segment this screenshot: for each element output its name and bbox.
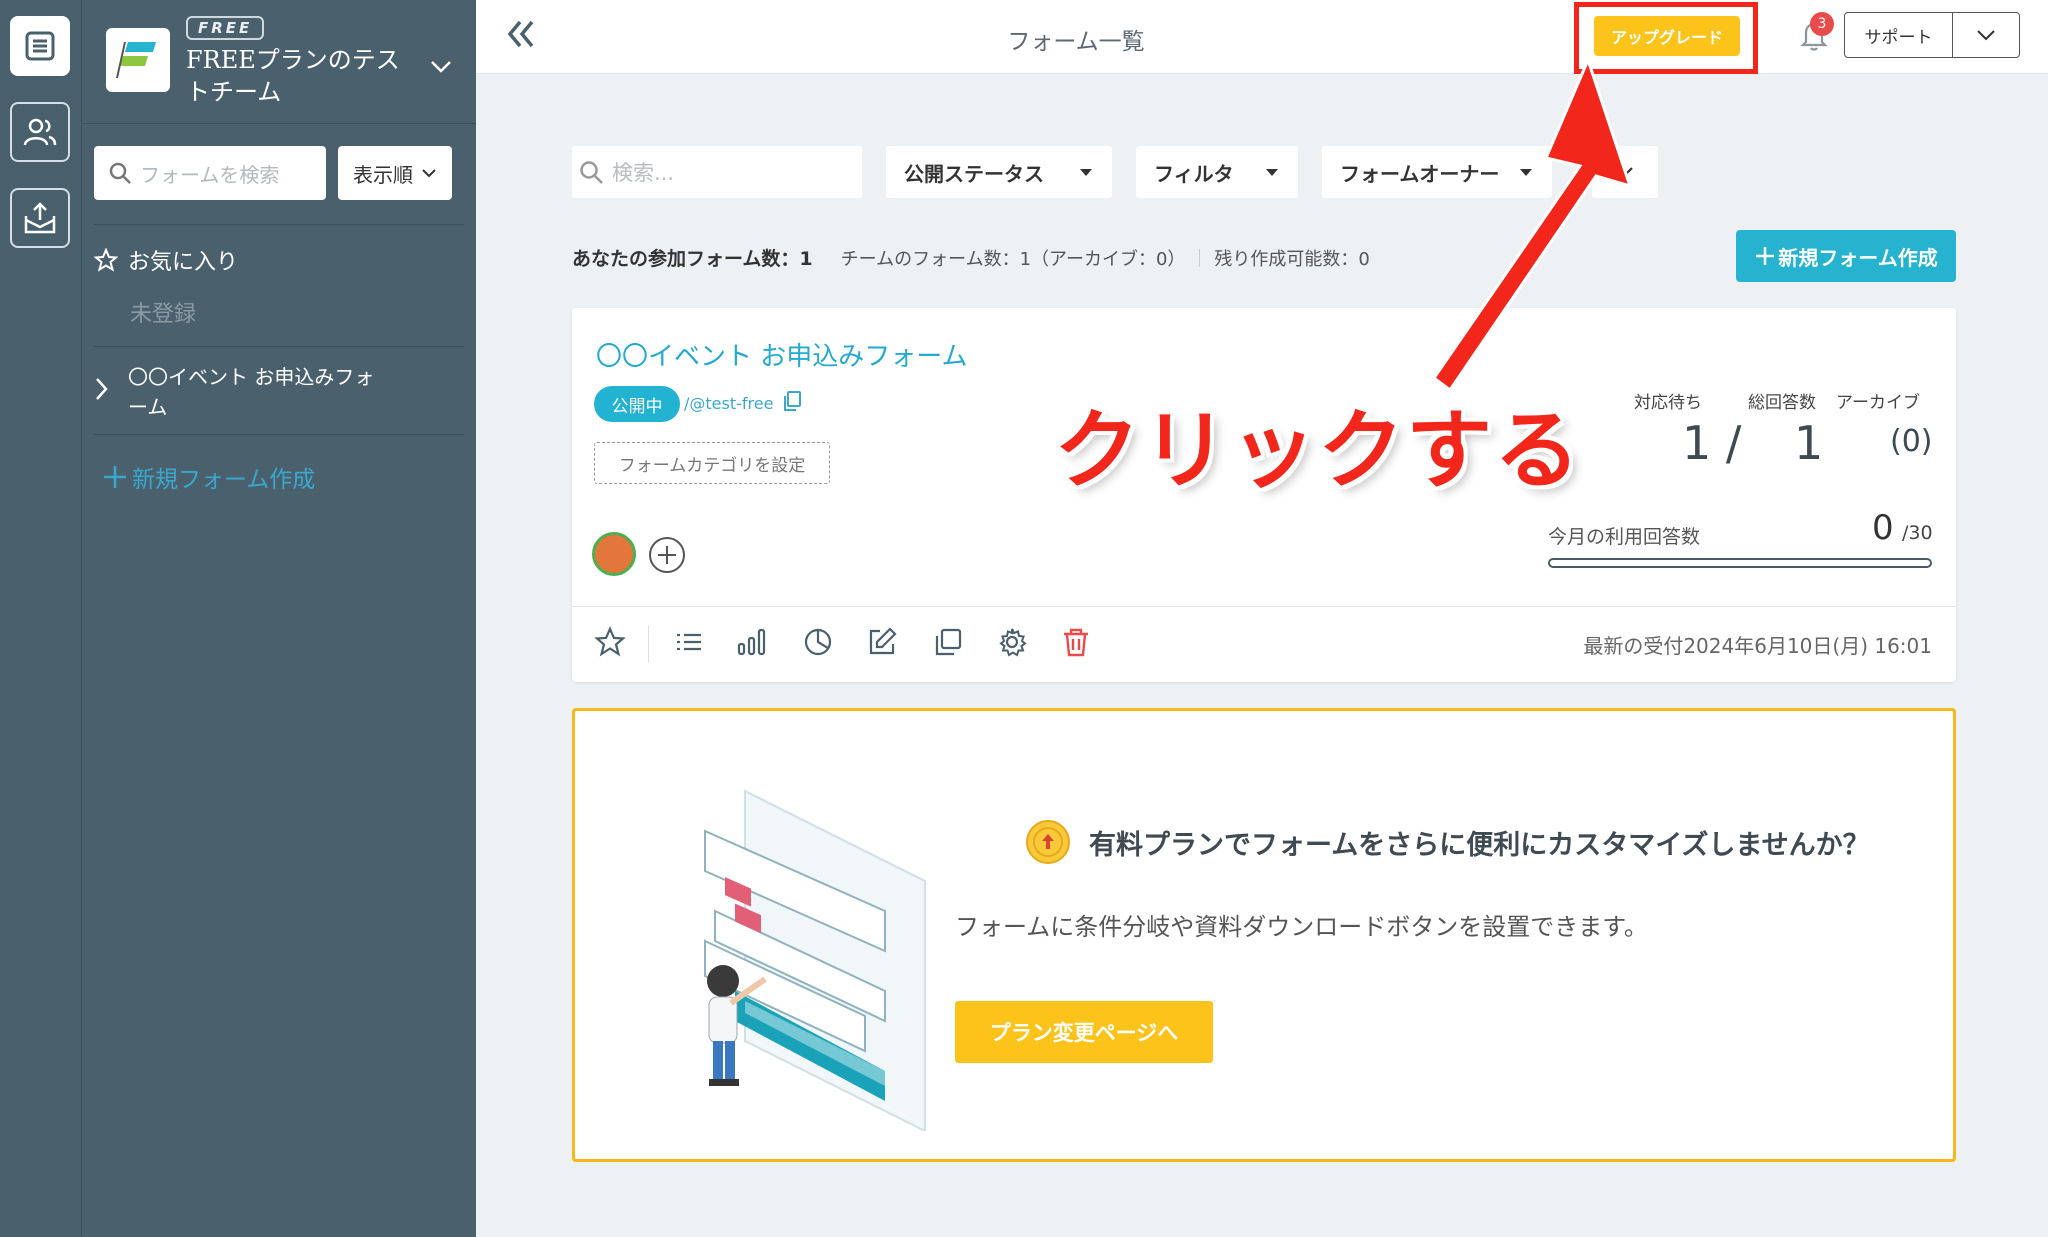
divider xyxy=(648,626,649,662)
new-form-button[interactable]: 新規フォーム作成 xyxy=(1736,230,1956,282)
set-category-button[interactable]: フォームカテゴリを設定 xyxy=(594,442,830,484)
favorites-header: お気に入り xyxy=(94,244,238,276)
main-content: フォーム一覧 アップグレード 3 サポート 検索... 公開ステータス フィルタ… xyxy=(476,0,2048,1237)
top-bar: フォーム一覧 アップグレード 3 サポート xyxy=(476,0,2048,74)
sidebar-form-label: 〇〇イベント お申込みフォーム xyxy=(128,365,375,419)
plus-icon xyxy=(1756,247,1775,265)
edit-icon[interactable] xyxy=(866,626,898,658)
forms-list-icon[interactable] xyxy=(10,16,70,76)
promo-title-text: 有料プランでフォームをさらに便利にカスタマイズしませんか？ xyxy=(1089,829,1870,861)
promo-description: フォームに条件分岐や資料ダウンロードボタンを設置できます。 xyxy=(955,913,1648,941)
form-stats: あなたの参加フォーム数：1 チームのフォーム数：1（アーカイブ：0） 残り作成可… xyxy=(572,244,1370,271)
sidebar-search-input[interactable]: フォームを検索 xyxy=(94,146,326,200)
promo-illustration xyxy=(704,789,926,1131)
annotation-arrow xyxy=(1431,60,1633,390)
promo-title: 有料プランでフォームをさらに便利にカスタマイズしませんか？ xyxy=(1025,819,1870,865)
search-icon xyxy=(580,161,603,184)
pending-count[interactable]: 1 / xyxy=(1682,416,1741,470)
plan-tag: FREE xyxy=(186,16,265,40)
status-filter-label: 公開ステータス xyxy=(904,161,1044,186)
trash-icon[interactable] xyxy=(1060,626,1092,658)
support-toggle[interactable] xyxy=(1953,13,2019,57)
favorites-label: お気に入り xyxy=(128,250,239,275)
plus-icon xyxy=(104,466,126,488)
new-form-button-label: 新規フォーム作成 xyxy=(1778,245,1938,270)
sidebar-new-form-label: 新規フォーム作成 xyxy=(132,467,316,493)
monthly-usage-label: 今月の利用回答数 xyxy=(1548,526,1701,548)
status-filter[interactable]: 公開ステータス xyxy=(886,146,1112,198)
inbox-export-icon[interactable] xyxy=(10,188,70,248)
archive-label: アーカイブ xyxy=(1836,393,1920,413)
status-badge: 公開中 xyxy=(594,386,680,422)
sidebar-search-placeholder: フォームを検索 xyxy=(140,162,280,187)
pending-label: 対応待ち xyxy=(1634,393,1702,413)
total-count[interactable]: 1 xyxy=(1794,416,1823,470)
form-handle: /@test-free xyxy=(684,394,774,413)
pie-chart-icon[interactable] xyxy=(802,626,834,658)
divider xyxy=(1199,248,1201,267)
page-title: フォーム一覧 xyxy=(1007,29,1145,55)
monthly-usage-max: /30 xyxy=(1902,522,1933,544)
form-search-placeholder: 検索... xyxy=(612,161,675,185)
sidebar-form-item[interactable]: 〇〇イベント お申込みフォーム xyxy=(94,362,424,422)
remaining-count: 残り作成可能数：0 xyxy=(1214,248,1370,270)
annotation-text: クリックする xyxy=(1054,401,1582,501)
monthly-usage-value: 0 xyxy=(1872,508,1894,548)
my-forms-count: あなたの参加フォーム数：1 xyxy=(572,248,813,270)
sidebar-new-form-link[interactable]: 新規フォーム作成 xyxy=(102,460,315,494)
chevron-down-icon xyxy=(1977,30,1995,41)
sort-label: 表示順 xyxy=(353,162,413,187)
plan-change-button[interactable]: プラン変更ページへ xyxy=(955,1001,1213,1063)
upgrade-promo: 有料プランでフォームをさらに便利にカスタマイズしませんか？ フォームに条件分岐や… xyxy=(572,708,1956,1162)
team-switcher[interactable]: FREE FREEプランのテストチーム xyxy=(82,0,476,124)
members-icon[interactable] xyxy=(10,102,70,162)
team-forms-count: チームのフォーム数：1（アーカイブ：0） xyxy=(840,248,1186,270)
caret-down-icon xyxy=(1266,168,1278,176)
last-received: 最新の受付2024年6月10日(月) 16:01 xyxy=(1583,634,1932,658)
bar-chart-icon[interactable] xyxy=(736,626,768,658)
total-label: 総回答数 xyxy=(1748,393,1816,413)
team-name: FREEプランのテストチーム xyxy=(186,46,400,106)
filter-label: フィルタ xyxy=(1154,161,1234,186)
settings-icon[interactable] xyxy=(996,626,1028,658)
divider xyxy=(572,606,1956,607)
search-icon xyxy=(109,162,131,184)
form-title-link[interactable]: 〇〇イベント お申込みフォーム xyxy=(596,336,968,373)
add-member-icon[interactable] xyxy=(648,536,686,574)
support-dropdown[interactable]: サポート xyxy=(1844,12,2020,58)
team-logo xyxy=(106,28,170,92)
divider xyxy=(94,346,464,347)
copy-icon[interactable] xyxy=(782,390,802,412)
coin-upgrade-icon xyxy=(1026,820,1070,864)
list-icon[interactable] xyxy=(674,626,704,658)
divider xyxy=(94,434,464,435)
sidebar: FREE FREEプランのテストチーム フォームを検索 表示順 お気に入り 未登… xyxy=(82,0,476,1237)
monthly-usage-bar xyxy=(1548,558,1932,568)
divider xyxy=(94,224,464,225)
avatar[interactable] xyxy=(592,532,636,576)
icon-rail xyxy=(0,0,82,1237)
duplicate-icon[interactable] xyxy=(932,626,964,658)
archive-count[interactable]: (0) xyxy=(1890,424,1933,459)
chevron-down-icon xyxy=(422,169,436,178)
support-label[interactable]: サポート xyxy=(1845,13,1953,57)
star-icon xyxy=(94,248,118,272)
notification-badge: 3 xyxy=(1810,12,1834,36)
favorites-empty: 未登録 xyxy=(130,302,197,327)
chevron-right-icon[interactable] xyxy=(94,376,110,402)
form-search-input[interactable]: 検索... xyxy=(572,146,862,198)
upgrade-button[interactable]: アップグレード xyxy=(1594,16,1740,56)
sort-dropdown[interactable]: 表示順 xyxy=(338,146,452,200)
chevron-down-icon[interactable] xyxy=(430,60,452,74)
caret-down-icon xyxy=(1080,168,1092,176)
star-icon[interactable] xyxy=(594,626,626,658)
filter-dropdown[interactable]: フィルタ xyxy=(1136,146,1298,198)
